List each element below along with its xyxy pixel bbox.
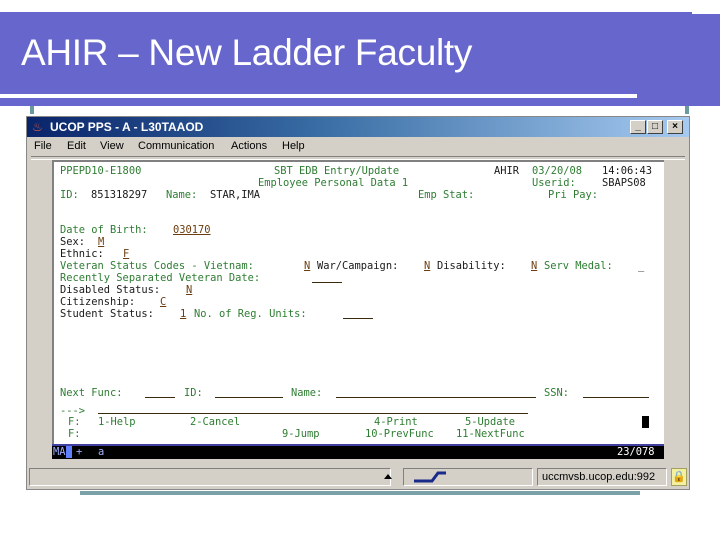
status-message-area bbox=[29, 468, 391, 486]
key-jump[interactable]: 9-Jump bbox=[282, 428, 320, 440]
terminal-window: ♨ UCOP PPS - A - L30TAAOD _ □ × File Edi… bbox=[26, 116, 690, 490]
menu-help[interactable]: Help bbox=[282, 140, 305, 152]
ssn-field[interactable] bbox=[583, 397, 649, 398]
next-func-label: Next Func: bbox=[60, 387, 123, 399]
id-value: 851318297 bbox=[91, 189, 148, 201]
dob-label: Date of Birth: bbox=[60, 224, 148, 236]
window-titlebar[interactable]: ♨ UCOP PPS - A - L30TAAOD _ □ × bbox=[27, 117, 689, 137]
emp-stat-label: Emp Stat: bbox=[418, 189, 475, 201]
text-cursor bbox=[642, 416, 649, 428]
java-app-icon: ♨ bbox=[32, 120, 43, 134]
student-label: Student Status: bbox=[60, 308, 154, 320]
dob-field[interactable]: 030170 bbox=[173, 224, 211, 236]
sex-label: Sex: bbox=[60, 236, 86, 248]
mode-plus: + bbox=[76, 446, 83, 458]
disabled-field[interactable]: N bbox=[186, 284, 192, 296]
student-field[interactable]: 1 bbox=[180, 308, 186, 320]
screen-date: 03/20/08 bbox=[532, 165, 583, 177]
citizenship-field[interactable]: C bbox=[160, 296, 166, 308]
footer-id-field[interactable] bbox=[215, 397, 283, 398]
war-field[interactable]: N bbox=[424, 260, 430, 272]
menu-edit[interactable]: Edit bbox=[67, 140, 86, 152]
host-address: uccmvsb.ucop.edu:992 bbox=[542, 471, 656, 483]
maximize-button[interactable]: □ bbox=[647, 120, 663, 134]
name-label: Name: bbox=[166, 189, 198, 201]
ssn-label: SSN: bbox=[544, 387, 570, 399]
mode-a: a bbox=[98, 446, 105, 458]
ethnic-field[interactable]: F bbox=[123, 248, 129, 260]
userid-label: Userid: bbox=[532, 177, 576, 189]
minimize-button[interactable]: _ bbox=[630, 120, 646, 134]
menu-view[interactable]: View bbox=[100, 140, 124, 152]
window-statusbar: uccmvsb.ucop.edu:992 🔒 bbox=[27, 466, 689, 488]
slide-banner-extension bbox=[692, 14, 720, 106]
pri-pay-label: Pri Pay: bbox=[548, 189, 599, 201]
disability-label: Disability: bbox=[437, 260, 506, 272]
slide-title: AHIR – New Ladder Faculty bbox=[21, 32, 473, 73]
veteran-label: Veteran Status Codes - Vietnam: bbox=[60, 260, 254, 272]
userid-value: SBAPS08 bbox=[602, 177, 646, 189]
frame-accent-left bbox=[30, 106, 34, 114]
recent-vet-date-field[interactable] bbox=[312, 282, 342, 283]
f-label-1: F: bbox=[68, 416, 81, 428]
serv-medal-field[interactable]: _ bbox=[638, 260, 644, 272]
mode-indicator: MA bbox=[53, 446, 66, 458]
menu-actions[interactable]: Actions bbox=[231, 140, 267, 152]
reg-units-field[interactable] bbox=[343, 318, 373, 319]
serv-medal-label: Serv Medal: bbox=[544, 260, 613, 272]
slide-divider bbox=[0, 94, 637, 98]
screen-id: PPEPD10-E1800 bbox=[60, 165, 142, 177]
command-field[interactable] bbox=[98, 413, 528, 414]
sex-field[interactable]: M bbox=[98, 236, 104, 248]
terminal-status-line: MA + a 23/078 bbox=[52, 444, 664, 459]
ethnic-label: Ethnic: bbox=[60, 248, 104, 260]
window-title: UCOP PPS - A - L30TAAOD bbox=[50, 120, 204, 134]
key-print[interactable]: 4-Print bbox=[374, 416, 418, 428]
key-cancel[interactable]: 2-Cancel bbox=[190, 416, 240, 428]
scroll-up-arrow-icon[interactable] bbox=[384, 474, 392, 479]
vertical-scrollbar[interactable] bbox=[668, 160, 686, 460]
id-label: ID: bbox=[60, 189, 79, 201]
screen-time: 14:06:43 bbox=[602, 165, 653, 177]
connection-indicator bbox=[403, 468, 533, 486]
disability-field[interactable]: N bbox=[531, 260, 537, 272]
lock-icon: 🔒 bbox=[671, 468, 687, 486]
footer-name-label: Name: bbox=[291, 387, 323, 399]
footer-id-label: ID: bbox=[184, 387, 203, 399]
connection-icon bbox=[414, 471, 446, 483]
menu-bar: File Edit View Communication Actions Hel… bbox=[27, 138, 689, 156]
mode-highlight bbox=[66, 446, 73, 458]
key-prevfunc[interactable]: 10-PrevFunc bbox=[365, 428, 434, 440]
footer-name-field[interactable] bbox=[336, 397, 536, 398]
function-title: SBT EDB Entry/Update bbox=[274, 165, 400, 177]
war-label: War/Campaign: bbox=[317, 260, 399, 272]
key-nextfunc[interactable]: 11-NextFunc bbox=[456, 428, 525, 440]
screen-subtitle: Employee Personal Data 1 bbox=[258, 177, 409, 189]
name-value: STAR,IMA bbox=[210, 189, 261, 201]
key-update[interactable]: 5-Update bbox=[465, 416, 515, 428]
frame-accent-right bbox=[685, 106, 689, 114]
host-field: uccmvsb.ucop.edu:992 bbox=[537, 468, 667, 486]
recent-vet-label: Recently Separated Veteran Date: bbox=[60, 272, 261, 284]
menu-communication[interactable]: Communication bbox=[138, 140, 214, 152]
window-shadow bbox=[80, 491, 640, 495]
f-label-2: F: bbox=[68, 428, 81, 440]
citizenship-label: Citizenship: bbox=[60, 296, 136, 308]
terminal-screen[interactable]: PPEPD10-E1800 SBT EDB Entry/Update AHIR … bbox=[52, 160, 664, 445]
key-help[interactable]: 1-Help bbox=[98, 416, 136, 428]
close-button[interactable]: × bbox=[667, 120, 683, 134]
menu-file[interactable]: File bbox=[34, 140, 52, 152]
reg-units-label: No. of Reg. Units: bbox=[194, 308, 307, 320]
cursor-position: 23/078 bbox=[617, 446, 655, 458]
vietnam-field[interactable]: N bbox=[304, 260, 310, 272]
next-func-field[interactable] bbox=[145, 397, 175, 398]
disabled-label: Disabled Status: bbox=[60, 284, 161, 296]
app-code: AHIR bbox=[494, 165, 520, 177]
